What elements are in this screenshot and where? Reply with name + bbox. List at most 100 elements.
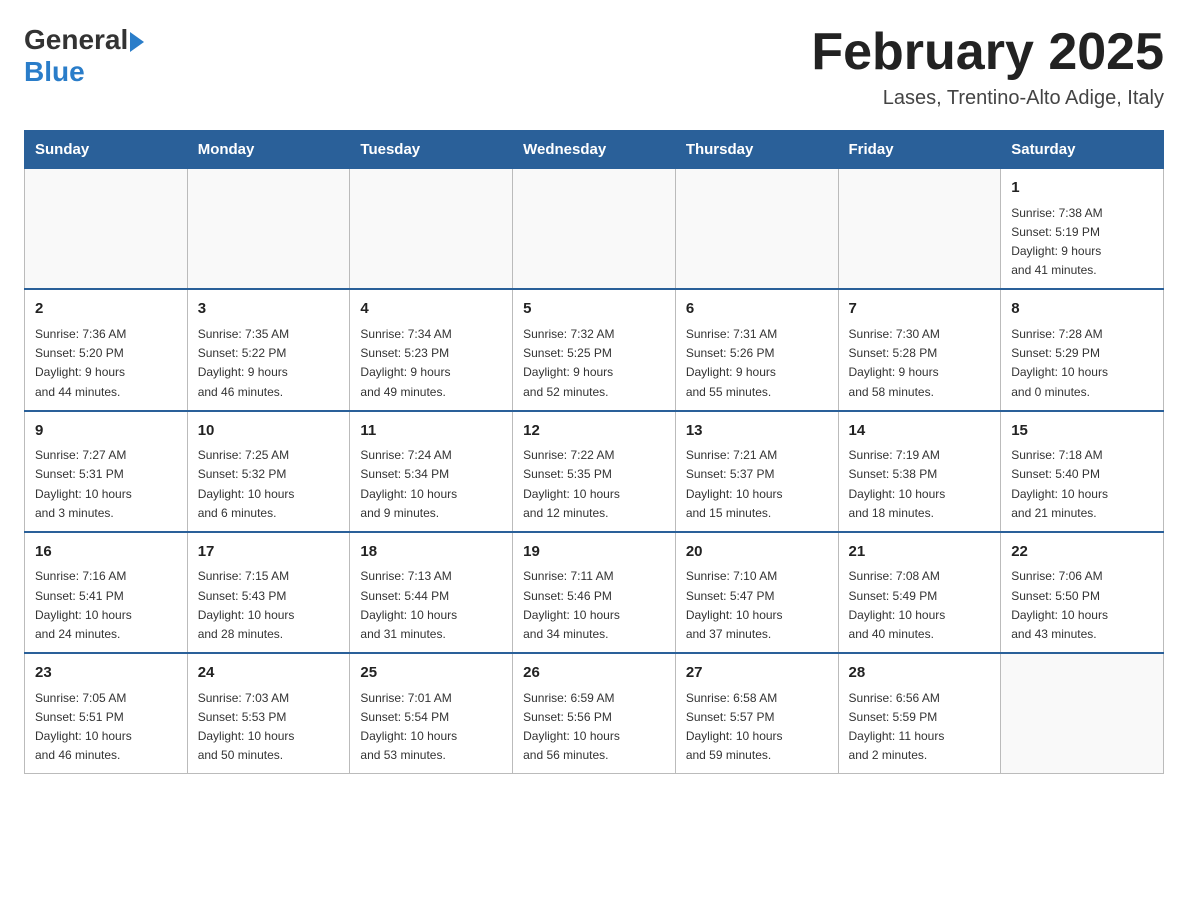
day-info: Sunrise: 7:10 AM Sunset: 5:47 PM Dayligh… (686, 567, 828, 644)
day-info: Sunrise: 7:27 AM Sunset: 5:31 PM Dayligh… (35, 446, 177, 523)
calendar-cell: 28 Sunrise: 6:56 AM Sunset: 5:59 PM Dayli… (838, 653, 1001, 774)
day-number: 9 (35, 420, 177, 443)
day-info: Sunrise: 7:34 AM Sunset: 5:23 PM Dayligh… (360, 325, 502, 402)
day-info: Sunrise: 7:15 AM Sunset: 5:43 PM Dayligh… (198, 567, 340, 644)
calendar-cell: 24 Sunrise: 7:03 AM Sunset: 5:53 PM Dayli… (187, 653, 350, 774)
calendar-week-row: 1Sunrise: 7:38 AM Sunset: 5:19 PM Daylig… (25, 169, 1164, 290)
day-info: Sunrise: 7:13 AM Sunset: 5:44 PM Dayligh… (360, 567, 502, 644)
calendar-cell: 21 Sunrise: 7:08 AM Sunset: 5:49 PM Dayli… (838, 532, 1001, 653)
column-header-wednesday: Wednesday (513, 131, 676, 169)
day-number: 13 (686, 420, 828, 443)
calendar-cell: 16 Sunrise: 7:16 AM Sunset: 5:41 PM Dayli… (25, 532, 188, 653)
day-info: Sunrise: 6:56 AM Sunset: 5:59 PM Dayligh… (849, 689, 991, 766)
calendar-cell (187, 169, 350, 290)
day-number: 6 (686, 298, 828, 321)
calendar-cell: 25 Sunrise: 7:01 AM Sunset: 5:54 PM Dayli… (350, 653, 513, 774)
day-number: 5 (523, 298, 665, 321)
calendar-cell: 7 Sunrise: 7:30 AM Sunset: 5:28 PM Daylig… (838, 289, 1001, 410)
day-number: 27 (686, 662, 828, 685)
day-info: Sunrise: 7:19 AM Sunset: 5:38 PM Dayligh… (849, 446, 991, 523)
calendar-cell: 19 Sunrise: 7:11 AM Sunset: 5:46 PM Dayli… (513, 532, 676, 653)
calendar-cell (675, 169, 838, 290)
calendar-cell: 9 Sunrise: 7:27 AM Sunset: 5:31 PM Daylig… (25, 411, 188, 532)
day-info: Sunrise: 7:18 AM Sunset: 5:40 PM Dayligh… (1011, 446, 1153, 523)
day-number: 15 (1011, 420, 1153, 443)
day-number: 28 (849, 662, 991, 685)
calendar-cell: 10 Sunrise: 7:25 AM Sunset: 5:32 PM Dayli… (187, 411, 350, 532)
day-number: 10 (198, 420, 340, 443)
day-number: 8 (1011, 298, 1153, 321)
day-info: Sunrise: 7:08 AM Sunset: 5:49 PM Dayligh… (849, 567, 991, 644)
calendar-cell: 15 Sunrise: 7:18 AM Sunset: 5:40 PM Dayli… (1001, 411, 1164, 532)
calendar-week-row: 2 Sunrise: 7:36 AM Sunset: 5:20 PM Daylig… (25, 289, 1164, 410)
calendar-cell: 6 Sunrise: 7:31 AM Sunset: 5:26 PM Daylig… (675, 289, 838, 410)
calendar-subtitle: Lases, Trentino-Alto Adige, Italy (811, 87, 1164, 110)
day-number: 1 (1011, 177, 1153, 200)
column-header-thursday: Thursday (675, 131, 838, 169)
calendar-header-row: SundayMondayTuesdayWednesdayThursdayFrid… (25, 131, 1164, 169)
column-header-monday: Monday (187, 131, 350, 169)
day-info: Sunrise: 7:35 AM Sunset: 5:22 PM Dayligh… (198, 325, 340, 402)
calendar-cell: 2 Sunrise: 7:36 AM Sunset: 5:20 PM Daylig… (25, 289, 188, 410)
day-info: Sunrise: 7:16 AM Sunset: 5:41 PM Dayligh… (35, 567, 177, 644)
day-number: 2 (35, 298, 177, 321)
day-info: Sunrise: 7:31 AM Sunset: 5:26 PM Dayligh… (686, 325, 828, 402)
column-header-saturday: Saturday (1001, 131, 1164, 169)
day-number: 3 (198, 298, 340, 321)
day-number: 26 (523, 662, 665, 685)
day-number: 22 (1011, 541, 1153, 564)
calendar-cell (1001, 653, 1164, 774)
calendar-table: SundayMondayTuesdayWednesdayThursdayFrid… (24, 130, 1164, 774)
day-number: 23 (35, 662, 177, 685)
day-number: 18 (360, 541, 502, 564)
calendar-title-section: February 2025 Lases, Trentino-Alto Adige… (811, 24, 1164, 110)
calendar-cell (838, 169, 1001, 290)
calendar-cell: 11 Sunrise: 7:24 AM Sunset: 5:34 PM Dayli… (350, 411, 513, 532)
day-info: Sunrise: 7:01 AM Sunset: 5:54 PM Dayligh… (360, 689, 502, 766)
calendar-title: February 2025 (811, 24, 1164, 81)
day-info: Sunrise: 7:11 AM Sunset: 5:46 PM Dayligh… (523, 567, 665, 644)
day-info: Sunrise: 7:30 AM Sunset: 5:28 PM Dayligh… (849, 325, 991, 402)
day-info: Sunrise: 7:22 AM Sunset: 5:35 PM Dayligh… (523, 446, 665, 523)
calendar-cell: 13 Sunrise: 7:21 AM Sunset: 5:37 PM Dayli… (675, 411, 838, 532)
day-info: Sunrise: 7:36 AM Sunset: 5:20 PM Dayligh… (35, 325, 177, 402)
day-number: 21 (849, 541, 991, 564)
calendar-week-row: 16 Sunrise: 7:16 AM Sunset: 5:41 PM Dayli… (25, 532, 1164, 653)
day-info: Sunrise: 7:32 AM Sunset: 5:25 PM Dayligh… (523, 325, 665, 402)
calendar-cell: 26Sunrise: 6:59 AM Sunset: 5:56 PM Dayli… (513, 653, 676, 774)
calendar-cell: 18 Sunrise: 7:13 AM Sunset: 5:44 PM Dayli… (350, 532, 513, 653)
day-info: Sunrise: 6:58 AM Sunset: 5:57 PM Dayligh… (686, 689, 828, 766)
calendar-cell: 12Sunrise: 7:22 AM Sunset: 5:35 PM Dayli… (513, 411, 676, 532)
logo-general-text: General (24, 24, 128, 56)
calendar-week-row: 9 Sunrise: 7:27 AM Sunset: 5:31 PM Daylig… (25, 411, 1164, 532)
logo-blue-text: Blue (24, 56, 85, 88)
day-number: 11 (360, 420, 502, 443)
day-number: 7 (849, 298, 991, 321)
calendar-cell (513, 169, 676, 290)
day-info: Sunrise: 7:21 AM Sunset: 5:37 PM Dayligh… (686, 446, 828, 523)
logo-arrow-icon (130, 32, 144, 52)
day-info: Sunrise: 7:25 AM Sunset: 5:32 PM Dayligh… (198, 446, 340, 523)
day-info: Sunrise: 7:28 AM Sunset: 5:29 PM Dayligh… (1011, 325, 1153, 402)
day-info: Sunrise: 7:03 AM Sunset: 5:53 PM Dayligh… (198, 689, 340, 766)
calendar-cell: 1Sunrise: 7:38 AM Sunset: 5:19 PM Daylig… (1001, 169, 1164, 290)
day-info: Sunrise: 7:24 AM Sunset: 5:34 PM Dayligh… (360, 446, 502, 523)
day-number: 16 (35, 541, 177, 564)
calendar-cell: 22 Sunrise: 7:06 AM Sunset: 5:50 PM Dayli… (1001, 532, 1164, 653)
day-number: 25 (360, 662, 502, 685)
calendar-cell: 27 Sunrise: 6:58 AM Sunset: 5:57 PM Dayli… (675, 653, 838, 774)
day-number: 20 (686, 541, 828, 564)
day-number: 17 (198, 541, 340, 564)
column-header-sunday: Sunday (25, 131, 188, 169)
day-number: 14 (849, 420, 991, 443)
calendar-cell: 5 Sunrise: 7:32 AM Sunset: 5:25 PM Daylig… (513, 289, 676, 410)
page-header: General Blue February 2025 Lases, Trenti… (24, 24, 1164, 110)
calendar-week-row: 23Sunrise: 7:05 AM Sunset: 5:51 PM Dayli… (25, 653, 1164, 774)
logo: General Blue (24, 24, 144, 88)
calendar-cell: 3 Sunrise: 7:35 AM Sunset: 5:22 PM Daylig… (187, 289, 350, 410)
calendar-cell: 4Sunrise: 7:34 AM Sunset: 5:23 PM Daylig… (350, 289, 513, 410)
day-number: 19 (523, 541, 665, 564)
day-number: 24 (198, 662, 340, 685)
day-info: Sunrise: 7:06 AM Sunset: 5:50 PM Dayligh… (1011, 567, 1153, 644)
calendar-cell: 8 Sunrise: 7:28 AM Sunset: 5:29 PM Daylig… (1001, 289, 1164, 410)
